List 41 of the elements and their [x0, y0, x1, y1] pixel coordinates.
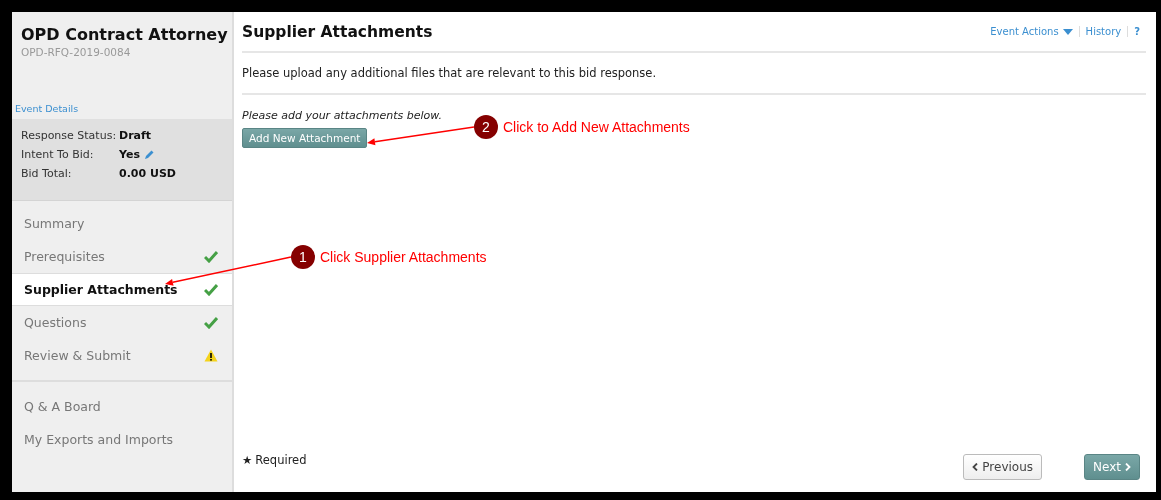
nav-item[interactable]: Review & Submit — [12, 339, 232, 372]
event-id: OPD-RFQ-2019-0084 — [21, 46, 132, 58]
warning-icon — [204, 349, 218, 362]
status-label: Response Status: — [21, 128, 118, 144]
caret-icon — [1062, 28, 1073, 35]
required-note: Required — [255, 453, 307, 467]
next-button[interactable]: Next — [1084, 454, 1140, 480]
event-actions-menu[interactable]: Event Actions — [984, 26, 1079, 37]
nav-label: Supplier Attachments — [24, 282, 178, 297]
check-icon — [204, 316, 218, 329]
add-attachment-button[interactable]: Add New Attachment — [242, 128, 368, 148]
previous-button[interactable]: Previous — [963, 454, 1043, 480]
status-value: 0.00 USD — [119, 166, 176, 182]
nav-link[interactable]: Q & A Board — [12, 390, 232, 423]
nav-label: Questions — [24, 315, 87, 330]
instruction-text: Please add your attachments below. — [242, 109, 444, 122]
pencil-icon[interactable] — [143, 149, 154, 160]
nav-label: Review & Submit — [24, 348, 131, 363]
status-value: Yes — [119, 147, 140, 163]
nav-link[interactable]: My Exports and Imports — [12, 423, 232, 456]
nav-item[interactable]: Prerequisites — [12, 240, 232, 273]
callout-text: Click to Add New Attachments — [503, 119, 690, 135]
description-text: Please upload any additional files that are relevant to this bid response. — [242, 53, 1146, 95]
nav-label: Summary — [24, 216, 85, 231]
page-title: Supplier Attachments — [242, 22, 433, 41]
chevron-right-icon — [1125, 463, 1131, 471]
chevron-left-icon — [972, 463, 979, 471]
status-value: Draft — [119, 128, 152, 144]
status-label: Bid Total: — [21, 166, 73, 182]
callout-text: Click Supplier Attachments — [320, 249, 487, 265]
check-icon — [204, 283, 218, 296]
event-details-link[interactable]: Event Details — [12, 100, 79, 119]
nav-item[interactable]: Supplier Attachments — [12, 273, 232, 306]
nav-label: Prerequisites — [24, 249, 105, 264]
nav-item[interactable]: Summary — [12, 207, 232, 240]
help-link[interactable]: ? — [1127, 26, 1146, 37]
nav-item[interactable]: Questions — [12, 306, 232, 339]
status-label: Intent To Bid: — [21, 147, 95, 163]
history-link[interactable]: History — [1078, 26, 1128, 37]
required-star-icon: ★ — [242, 453, 253, 467]
check-icon — [204, 250, 218, 263]
